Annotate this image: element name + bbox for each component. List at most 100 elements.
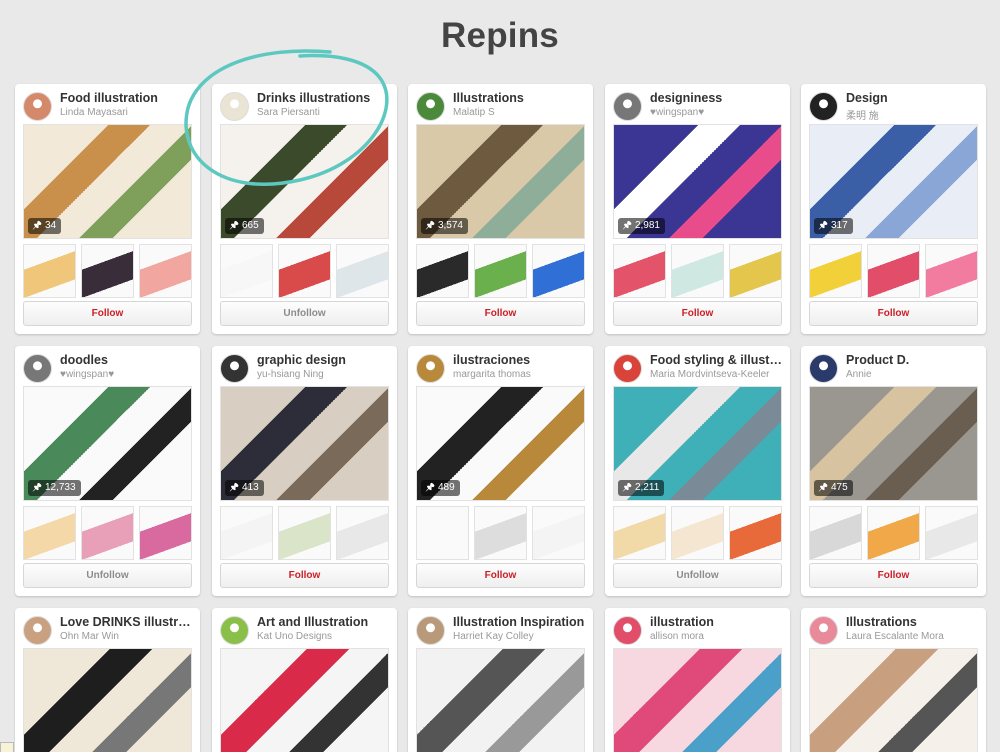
board-header[interactable]: doodles ♥wingspan♥: [23, 352, 193, 384]
board-header[interactable]: Illustration Inspiration Harriet Kay Coll…: [416, 614, 586, 646]
board-thumbnail[interactable]: [220, 244, 273, 298]
board-title[interactable]: Art and Illustration: [257, 615, 392, 629]
board-owner[interactable]: yu-hsiang Ning: [257, 369, 392, 380]
follow-button[interactable]: Follow: [416, 301, 585, 326]
avatar[interactable]: [23, 92, 52, 121]
board-header[interactable]: Food styling & illustr… Maria Mordvintsev…: [613, 352, 785, 384]
unfollow-button[interactable]: Unfollow: [613, 563, 782, 588]
board-card[interactable]: doodles ♥wingspan♥ 📌 12,733 Unfollow: [15, 346, 200, 596]
board-thumbnail[interactable]: [336, 244, 389, 298]
board-thumbnail[interactable]: [729, 244, 782, 298]
board-card[interactable]: illustration allison mora: [605, 608, 790, 752]
avatar[interactable]: [23, 616, 52, 645]
board-title[interactable]: illustration: [650, 615, 785, 629]
board-card[interactable]: Design 柔明 施 📌 317 Follow: [801, 84, 986, 334]
board-cover-image[interactable]: 📌 489: [416, 386, 585, 501]
board-cover-image[interactable]: 📌 665: [220, 124, 389, 239]
board-cover-image[interactable]: 📌 413: [220, 386, 389, 501]
board-title[interactable]: Product D.: [846, 353, 981, 367]
board-card[interactable]: Illustrations Malatip S 📌 3,574 Follow: [408, 84, 593, 334]
board-thumbnail[interactable]: [139, 506, 192, 560]
board-card[interactable]: ilustraciones margarita thomas 📌 489 Follow: [408, 346, 593, 596]
avatar[interactable]: [220, 92, 249, 121]
board-owner[interactable]: Harriet Kay Colley: [453, 631, 588, 642]
follow-button[interactable]: Follow: [23, 301, 192, 326]
board-title[interactable]: Love DRINKS illustra…: [60, 615, 195, 629]
board-thumbnail[interactable]: [220, 506, 273, 560]
board-thumbnail[interactable]: [809, 506, 862, 560]
board-title[interactable]: designiness: [650, 91, 785, 105]
board-title[interactable]: Food styling & illustr…: [650, 353, 785, 367]
board-header[interactable]: Illustrations Laura Escalante Mora: [809, 614, 979, 646]
board-thumbnail[interactable]: [336, 506, 389, 560]
board-title[interactable]: graphic design: [257, 353, 392, 367]
unfollow-button[interactable]: Unfollow: [220, 301, 389, 326]
avatar[interactable]: [416, 354, 445, 383]
board-owner[interactable]: ♥wingspan♥: [650, 107, 785, 118]
board-title[interactable]: Illustration Inspiration: [453, 615, 588, 629]
board-thumbnail[interactable]: [532, 506, 585, 560]
board-thumbnail[interactable]: [416, 506, 469, 560]
board-cover-image[interactable]: [23, 648, 192, 752]
board-header[interactable]: illustration allison mora: [613, 614, 783, 646]
board-card[interactable]: Love DRINKS illustra… Ohn Mar Win: [15, 608, 200, 752]
board-cover-image[interactable]: [220, 648, 389, 752]
board-header[interactable]: Design 柔明 施: [809, 90, 979, 122]
board-owner[interactable]: Sara Piersanti: [257, 107, 392, 118]
board-thumbnail[interactable]: [729, 506, 782, 560]
board-cover-image[interactable]: 📌 3,574: [416, 124, 585, 239]
avatar[interactable]: [809, 92, 838, 121]
board-header[interactable]: Food illustration Linda Mayasari: [23, 90, 193, 122]
board-thumbnail[interactable]: [671, 244, 724, 298]
follow-button[interactable]: Follow: [416, 563, 585, 588]
avatar[interactable]: [220, 616, 249, 645]
follow-button[interactable]: Follow: [613, 301, 782, 326]
board-header[interactable]: Drinks illustrations Sara Piersanti: [220, 90, 390, 122]
board-header[interactable]: Product D. Annie: [809, 352, 979, 384]
board-card[interactable]: Food styling & illustr… Maria Mordvintsev…: [605, 346, 790, 596]
board-title[interactable]: doodles: [60, 353, 195, 367]
avatar[interactable]: [809, 354, 838, 383]
board-thumbnail[interactable]: [139, 244, 192, 298]
board-owner[interactable]: Malatip S: [453, 107, 588, 118]
follow-button[interactable]: Follow: [809, 301, 978, 326]
board-thumbnail[interactable]: [613, 506, 666, 560]
board-card[interactable]: Illustrations Laura Escalante Mora: [801, 608, 986, 752]
board-thumbnail[interactable]: [867, 244, 920, 298]
board-owner[interactable]: margarita thomas: [453, 369, 588, 380]
board-thumbnail[interactable]: [925, 244, 978, 298]
board-owner[interactable]: Linda Mayasari: [60, 107, 195, 118]
board-owner[interactable]: 柔明 施: [846, 107, 981, 122]
board-title[interactable]: Illustrations: [453, 91, 588, 105]
board-title[interactable]: Design: [846, 91, 981, 105]
board-header[interactable]: designiness ♥wingspan♥: [613, 90, 783, 122]
avatar[interactable]: [613, 354, 642, 383]
board-card[interactable]: Illustration Inspiration Harriet Kay Coll…: [408, 608, 593, 752]
board-thumbnail[interactable]: [278, 244, 331, 298]
avatar[interactable]: [416, 92, 445, 121]
board-thumbnail[interactable]: [613, 244, 666, 298]
board-thumbnail[interactable]: [809, 244, 862, 298]
board-cover-image[interactable]: 📌 2,211: [613, 386, 782, 501]
board-header[interactable]: Love DRINKS illustra… Ohn Mar Win: [23, 614, 195, 646]
board-thumbnail[interactable]: [671, 506, 724, 560]
board-title[interactable]: Food illustration: [60, 91, 195, 105]
board-thumbnail[interactable]: [81, 506, 134, 560]
board-thumbnail[interactable]: [925, 506, 978, 560]
board-cover-image[interactable]: 📌 2,981: [613, 124, 782, 239]
board-owner[interactable]: Laura Escalante Mora: [846, 631, 981, 642]
board-cover-image[interactable]: 📌 12,733: [23, 386, 192, 501]
follow-button[interactable]: Follow: [809, 563, 978, 588]
board-cover-image[interactable]: 📌 317: [809, 124, 978, 239]
board-header[interactable]: Illustrations Malatip S: [416, 90, 586, 122]
board-thumbnail[interactable]: [867, 506, 920, 560]
board-thumbnail[interactable]: [278, 506, 331, 560]
board-owner[interactable]: Annie: [846, 369, 981, 380]
unfollow-button[interactable]: Unfollow: [23, 563, 192, 588]
board-card[interactable]: Drinks illustrations Sara Piersanti 📌 665 Un…: [212, 84, 397, 334]
board-header[interactable]: Art and Illustration Kat Uno Designs: [220, 614, 390, 646]
board-title[interactable]: Illustrations: [846, 615, 981, 629]
board-thumbnail[interactable]: [23, 244, 76, 298]
board-cover-image[interactable]: 📌 34: [23, 124, 192, 239]
avatar[interactable]: [613, 616, 642, 645]
